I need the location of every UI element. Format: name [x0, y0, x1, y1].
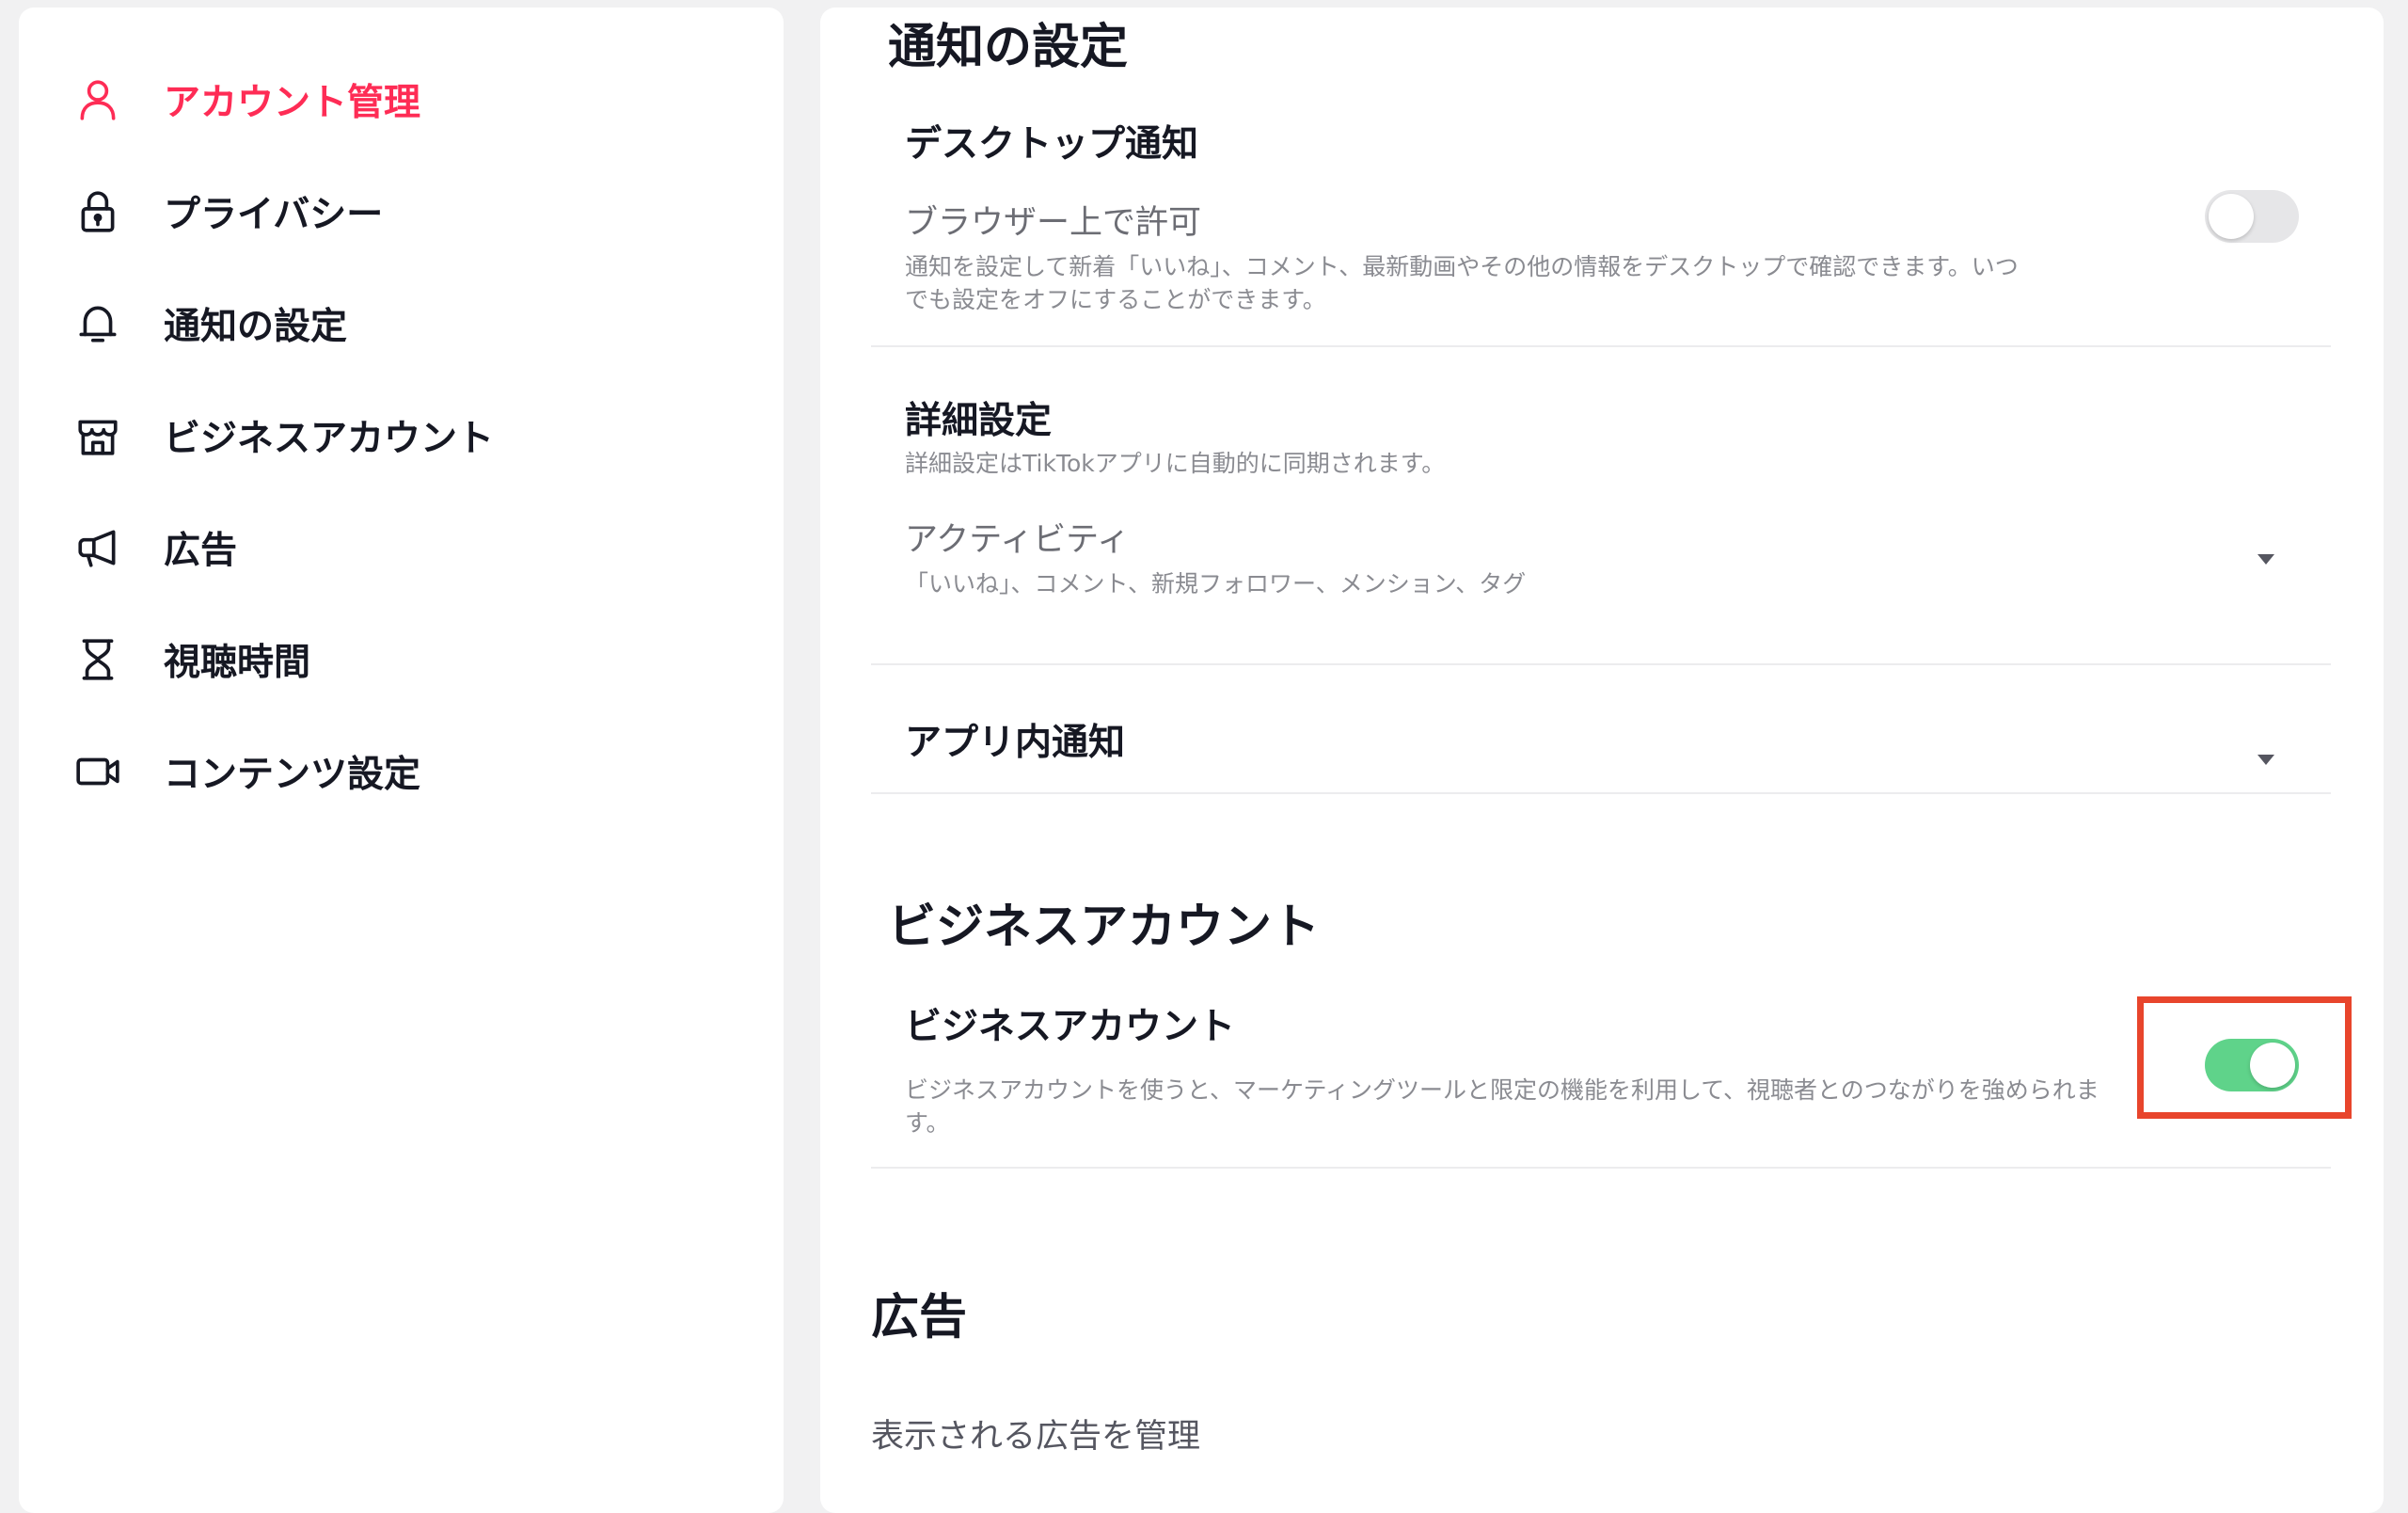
video-camera-icon	[71, 745, 124, 798]
sidebar-item-account[interactable]: アカウント管理	[71, 62, 420, 137]
desktop-notifications-heading: デスクトップ通知	[905, 123, 1199, 166]
sidebar-item-watch-time[interactable]: 視聴時間	[71, 622, 310, 697]
sidebar-item-notifications[interactable]: 通知の設定	[71, 286, 347, 361]
sidebar-item-label: プライバシー	[164, 194, 384, 236]
desktop-notifications-description: 通知を設定して新着「いいね」、コメント、最新動画やその他の情報をデスクトップで確…	[905, 253, 2019, 313]
person-icon	[71, 73, 124, 126]
activity-summary: 「いいね」、コメント、新規フォロワー、メンション、タグ	[905, 570, 1527, 597]
highlight-annotation-box	[2137, 996, 2352, 1119]
in-app-dropdown-caret-icon[interactable]	[2258, 755, 2274, 765]
lock-icon	[71, 185, 124, 238]
sidebar-item-content-settings[interactable]: コンテンツ設定	[71, 734, 420, 809]
bell-icon	[71, 297, 124, 350]
activity-dropdown-caret-icon[interactable]	[2258, 554, 2274, 565]
business-account-description: ビジネスアカウントを使うと、マーケティングツールと限定の機能を利用して、視聴者と…	[905, 1076, 2099, 1137]
store-icon	[71, 409, 124, 462]
divider	[871, 663, 2331, 665]
section-title-notifications: 通知の設定	[888, 20, 1129, 75]
sidebar-item-label: 視聴時間	[164, 642, 311, 684]
divider	[871, 1167, 2331, 1169]
megaphone-icon	[71, 521, 124, 574]
sidebar-item-label: アカウント管理	[164, 82, 421, 124]
sidebar-item-ads[interactable]: 広告	[71, 510, 237, 585]
sidebar-item-label: 通知の設定	[164, 306, 348, 348]
sidebar-item-label: コンテンツ設定	[164, 754, 421, 796]
sidebar-item-label: ビジネスアカウント	[164, 418, 495, 460]
sidebar-item-business-account[interactable]: ビジネスアカウント	[71, 398, 494, 473]
advanced-settings-note: 詳細設定はTikTokアプリに自動的に同期されます。	[905, 450, 1446, 477]
activity-label[interactable]: アクティビティ	[905, 513, 1130, 561]
settings-sidebar: アカウント管理 プライバシー 通知の設定 ビジネスアカウント 広告 視聴時間 コ…	[19, 8, 784, 1513]
toggle-knob	[2209, 194, 2254, 239]
settings-panel: 通知の設定 デスクトップ通知 ブラウザー上で許可 通知を設定して新着「いいね」、…	[820, 8, 2384, 1513]
hourglass-icon	[71, 633, 124, 686]
manage-ads-link[interactable]: 表示される広告を管理	[871, 1409, 1200, 1457]
divider	[871, 345, 2331, 347]
in-app-notifications-heading[interactable]: アプリ内通知	[905, 713, 1125, 766]
section-title-business-account: ビジネスアカウント	[888, 900, 1321, 955]
divider	[871, 792, 2331, 794]
desktop-notifications-toggle[interactable]	[2205, 190, 2299, 243]
allow-in-browser-label: ブラウザー上で許可	[905, 204, 1202, 242]
advanced-settings-heading: 詳細設定	[905, 400, 1053, 442]
section-title-ads: 広告	[871, 1290, 968, 1346]
sidebar-item-label: 広告	[164, 530, 238, 572]
sidebar-item-privacy[interactable]: プライバシー	[71, 174, 383, 249]
business-account-heading: ビジネスアカウント	[905, 1006, 1236, 1048]
